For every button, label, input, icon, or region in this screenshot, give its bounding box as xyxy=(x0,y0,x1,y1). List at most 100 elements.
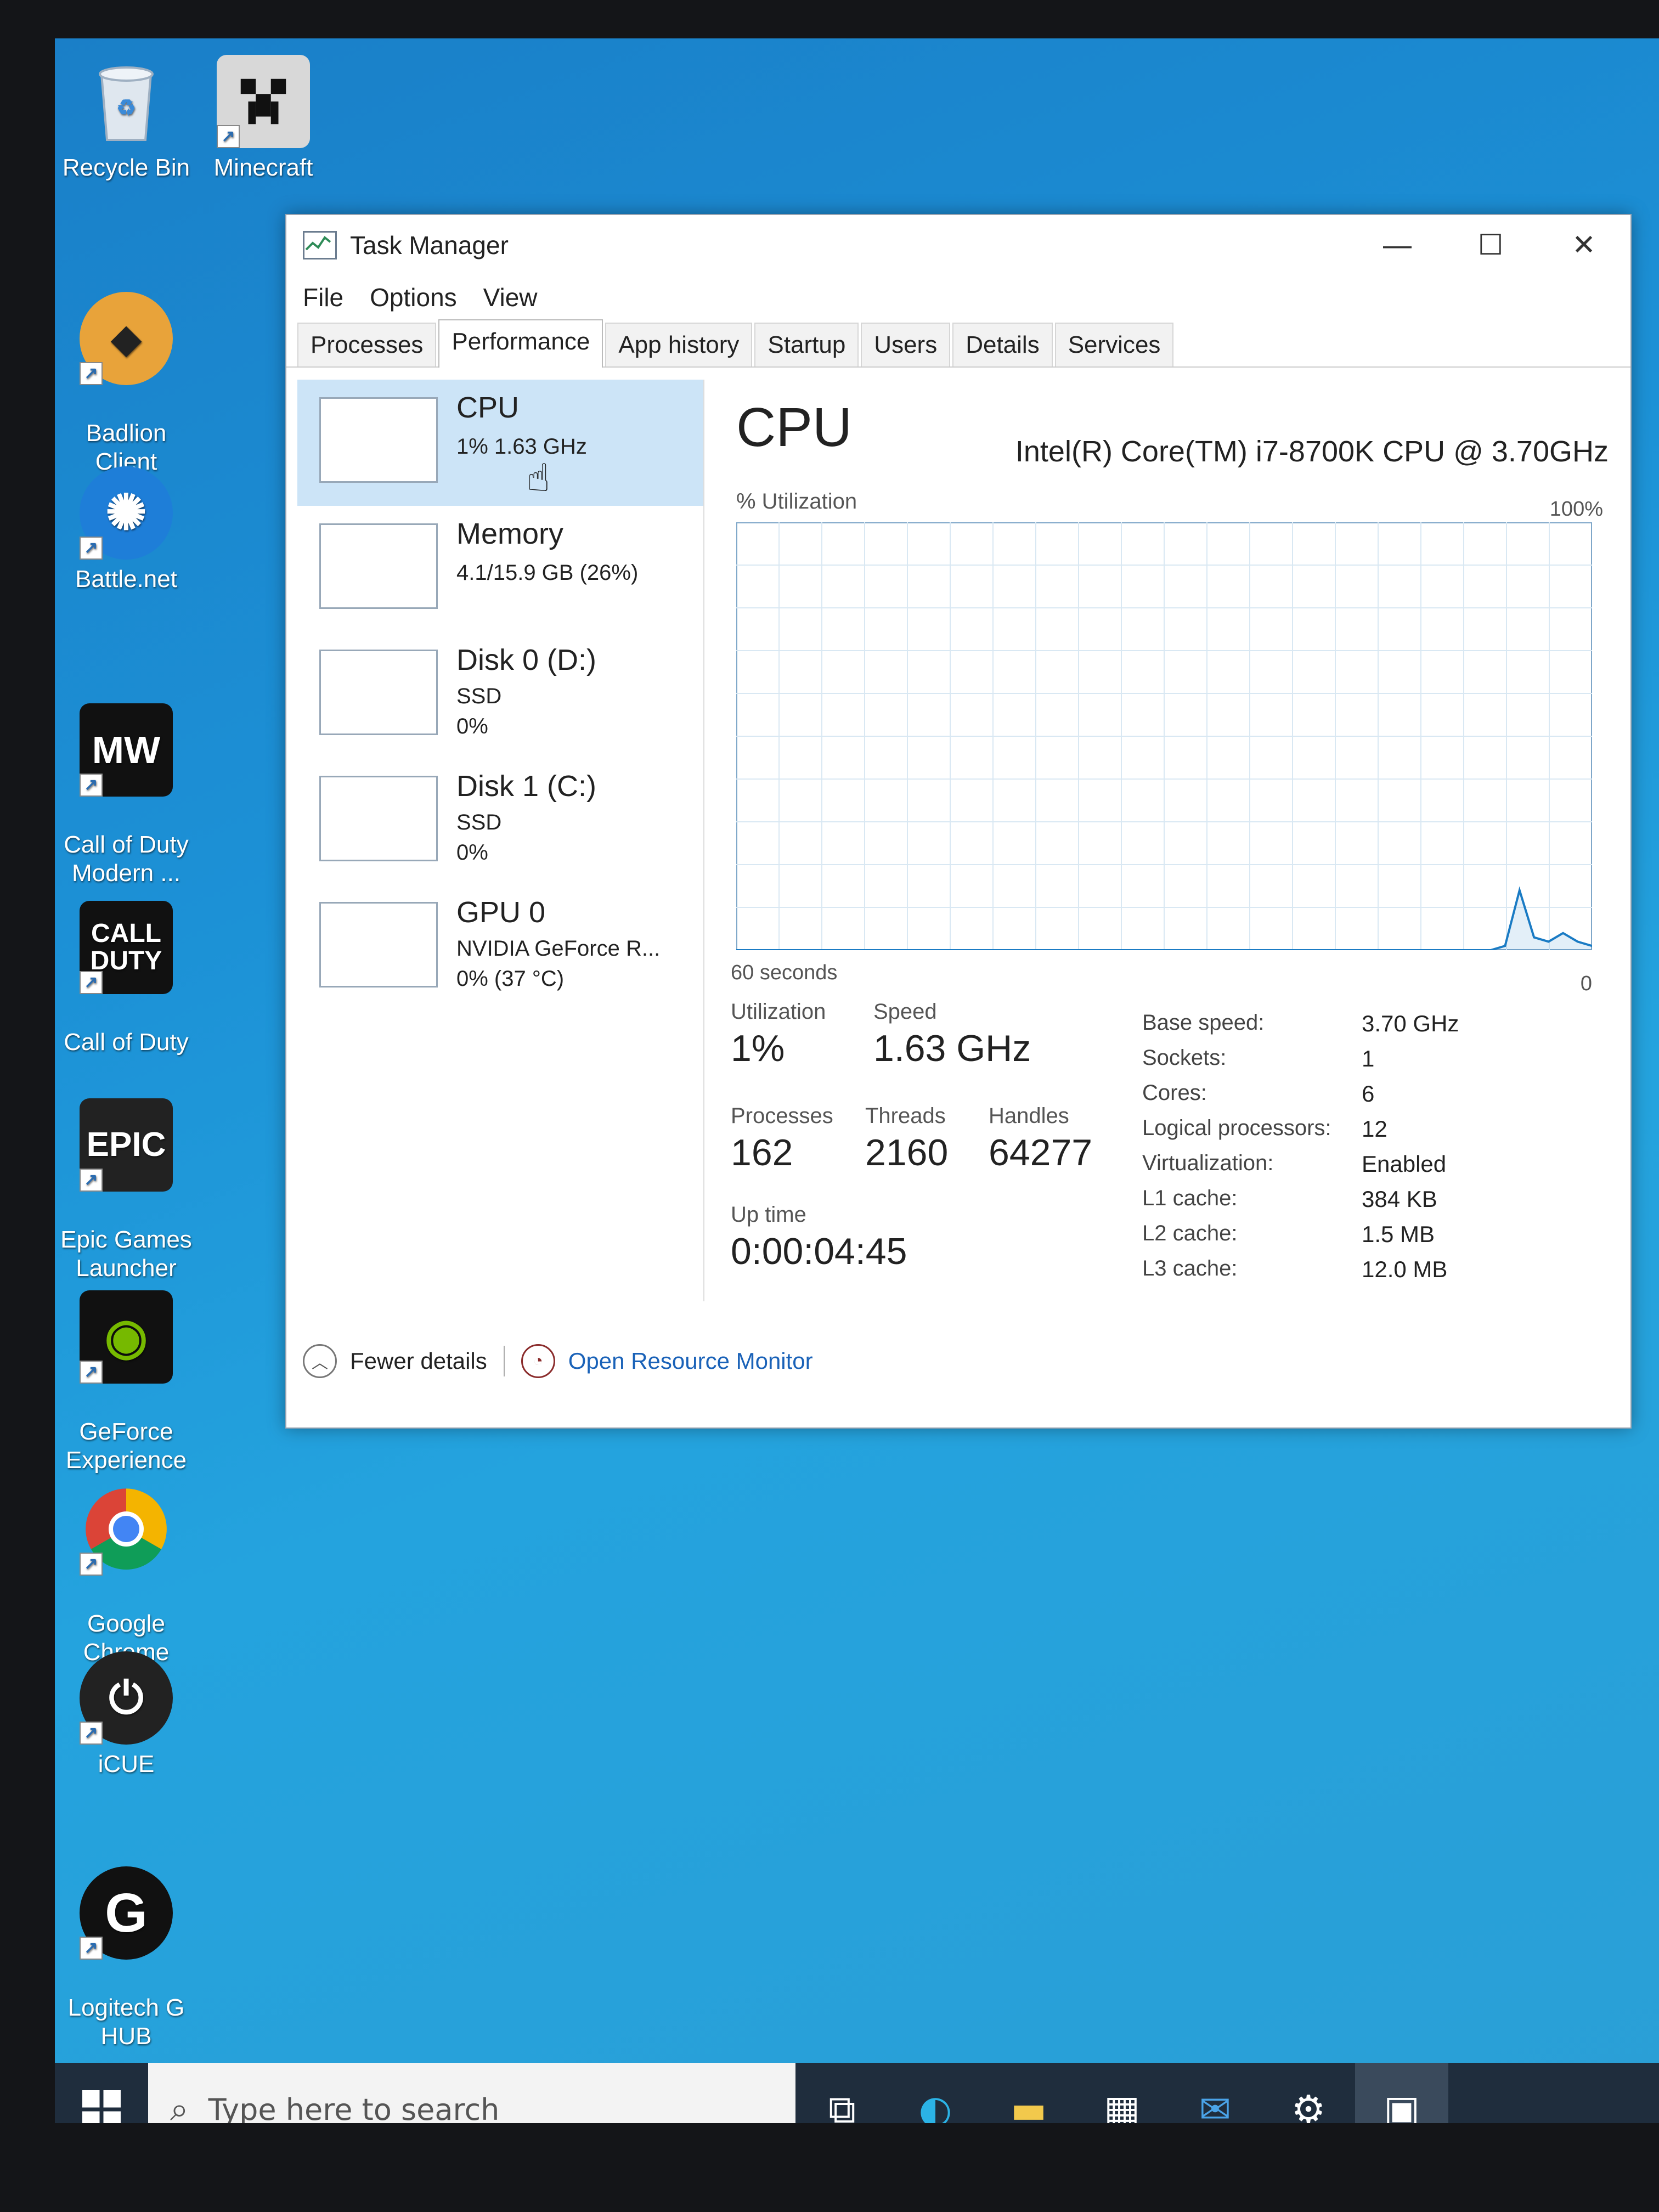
resource-cpu[interactable]: CPU 1% 1.63 GHz xyxy=(297,380,703,506)
resource-thumbnail xyxy=(319,650,438,735)
start-button[interactable] xyxy=(55,2063,148,2123)
resource-gpu-0[interactable]: GPU 0 NVIDIA GeForce R... 0% (37 °C) xyxy=(297,884,703,1011)
uptime-value: 0:00:04:45 xyxy=(731,1231,907,1272)
shortcut-arrow-icon: ↗ xyxy=(80,1361,103,1384)
shortcut-arrow-icon: ↗ xyxy=(80,362,103,385)
resource-detail: SSD xyxy=(456,810,502,834)
menu-view[interactable]: View xyxy=(483,283,538,312)
desktop-icon-recycle-bin[interactable]: ♻ Recycle Bin xyxy=(58,55,195,182)
graph-time-label: 60 seconds xyxy=(731,961,838,984)
epic-icon: EPIC ↗ xyxy=(80,1098,173,1192)
task-view-icon: ⧉ xyxy=(828,2086,856,2124)
resource-disk-0[interactable]: Disk 0 (D:) SSD 0% xyxy=(297,632,703,758)
minimize-icon: — xyxy=(1383,229,1412,261)
resource-detail: NVIDIA GeForce R... xyxy=(456,936,661,961)
resource-thumbnail xyxy=(319,523,438,609)
resource-name: CPU xyxy=(456,391,520,424)
spec-value: 1 xyxy=(1362,1046,1375,1071)
icue-icon: ⏻ ↗ xyxy=(80,1651,173,1745)
spec-value: Enabled xyxy=(1362,1151,1447,1177)
menu-options[interactable]: Options xyxy=(370,283,457,312)
task-view-button[interactable]: ⧉ xyxy=(795,2063,889,2124)
monitor-bezel: ♻ Recycle Bin ↗ Minecraft ◆ ↗ Badlion Cl… xyxy=(0,0,1659,2212)
folder-icon: ▬ xyxy=(1010,2087,1047,2123)
title-bar[interactable]: Task Manager — ☐ ✕ xyxy=(286,215,1630,275)
chevron-up-icon[interactable]: ︿ xyxy=(303,1344,337,1378)
maximize-button[interactable]: ☐ xyxy=(1444,215,1537,275)
hand-cursor-icon: ☝ xyxy=(527,455,550,500)
shortcut-arrow-icon: ↗ xyxy=(217,125,240,148)
cpu-detail-panel: CPU Intel(R) Core(TM) i7-8700K CPU @ 3.7… xyxy=(725,380,1614,1301)
utilization-value: 1% xyxy=(731,1028,785,1069)
recycle-bin-icon: ♻ xyxy=(80,55,173,148)
shortcut-arrow-icon: ↗ xyxy=(80,1937,103,1960)
shortcut-arrow-icon: ↗ xyxy=(80,774,103,797)
desktop: ♻ Recycle Bin ↗ Minecraft ◆ ↗ Badlion Cl… xyxy=(55,38,1659,2123)
svg-text:♻: ♻ xyxy=(116,96,136,120)
spec-label: Base speed: xyxy=(1142,1011,1265,1035)
resource-usage: 0% (37 °C) xyxy=(456,967,565,991)
spec-label: Sockets: xyxy=(1142,1046,1227,1070)
open-resource-monitor-link[interactable]: Open Resource Monitor xyxy=(568,1348,813,1374)
mw-glyph-text: MW xyxy=(92,729,161,771)
desktop-icon-label: Recycle Bin xyxy=(62,154,190,181)
settings-button[interactable]: ⚙ xyxy=(1262,2063,1355,2123)
edge-icon: ◐ xyxy=(918,2087,952,2123)
taskbar: ⌕ Type here to search ⧉ ◐ ▬ ▦ ✉ ⚙ ▣ xyxy=(55,2063,1659,2123)
tab-details[interactable]: Details xyxy=(952,323,1053,366)
minimize-button[interactable]: — xyxy=(1351,215,1444,275)
resource-thumbnail xyxy=(319,902,438,988)
speed-value: 1.63 GHz xyxy=(873,1028,1031,1069)
tab-performance[interactable]: Performance xyxy=(438,319,603,368)
desktop-icon-cod[interactable]: CALL DUTY ↗ Call of Duty xyxy=(58,872,195,1085)
close-button[interactable]: ✕ xyxy=(1537,215,1630,275)
menu-file[interactable]: File xyxy=(303,283,343,312)
resource-disk-1[interactable]: Disk 1 (C:) SSD 0% xyxy=(297,758,703,884)
spec-value: 1.5 MB xyxy=(1362,1221,1435,1247)
tab-app-history[interactable]: App history xyxy=(605,323,753,366)
edge-button[interactable]: ◐ xyxy=(889,2063,982,2123)
taskbar-search-box[interactable]: ⌕ Type here to search xyxy=(148,2063,795,2123)
task-manager-icon: ▣ xyxy=(1383,2087,1420,2123)
task-manager-icon xyxy=(303,231,337,259)
store-icon: ▦ xyxy=(1103,2087,1141,2123)
close-icon: ✕ xyxy=(1572,229,1596,261)
chrome-icon: ↗ xyxy=(80,1482,173,1576)
desktop-icon-logitech[interactable]: G ↗ Logitech G HUB xyxy=(58,1838,195,2079)
task-manager-taskbar-button[interactable]: ▣ xyxy=(1355,2063,1448,2123)
spec-value: 12 xyxy=(1362,1116,1387,1142)
epic-glyph-text: EPIC xyxy=(86,1126,166,1164)
tab-users[interactable]: Users xyxy=(861,323,951,366)
spec-label: L1 cache: xyxy=(1142,1186,1238,1210)
nvidia-icon: ◉ ↗ xyxy=(80,1290,173,1384)
resource-usage: 0% xyxy=(456,714,488,738)
desktop-icon-battlenet[interactable]: ✺ ↗ Battle.net xyxy=(58,466,195,594)
cpu-model: Intel(R) Core(TM) i7-8700K CPU @ 3.70GHz xyxy=(1015,435,1609,468)
footer-bar: ︿ Fewer details ◔ Open Resource Monitor xyxy=(303,1344,813,1378)
spec-label: L2 cache: xyxy=(1142,1221,1238,1245)
fewer-details-link[interactable]: Fewer details xyxy=(350,1348,487,1374)
tab-startup[interactable]: Startup xyxy=(754,323,859,366)
tab-services[interactable]: Services xyxy=(1054,323,1174,366)
mail-button[interactable]: ✉ xyxy=(1169,2063,1262,2123)
utilization-axis-label: % Utilization xyxy=(736,489,857,514)
shortcut-arrow-icon: ↗ xyxy=(80,1169,103,1192)
processes-value: 162 xyxy=(731,1132,793,1173)
spec-value: 384 KB xyxy=(1362,1186,1437,1212)
file-explorer-button[interactable]: ▬ xyxy=(982,2063,1075,2123)
resource-list: CPU 1% 1.63 GHz Memory 4.1/15.9 GB (26%)… xyxy=(297,380,704,1301)
processes-label: Processes xyxy=(731,1104,833,1128)
window-title: Task Manager xyxy=(350,231,509,259)
cod-icon: CALL DUTY ↗ xyxy=(80,901,173,994)
tab-processes[interactable]: Processes xyxy=(297,323,437,366)
resource-monitor-icon[interactable]: ◔ xyxy=(521,1344,555,1378)
store-button[interactable]: ▦ xyxy=(1075,2063,1169,2123)
desktop-icon-icue[interactable]: ⏻ ↗ iCUE xyxy=(58,1651,195,1779)
threads-value: 2160 xyxy=(865,1132,949,1173)
mail-icon: ✉ xyxy=(1199,2087,1232,2123)
cpu-utilization-graph xyxy=(736,522,1592,950)
graph-max-label: 100% xyxy=(1549,498,1603,521)
spec-value: 6 xyxy=(1362,1081,1375,1107)
resource-memory[interactable]: Memory 4.1/15.9 GB (26%) xyxy=(297,506,703,632)
desktop-icon-minecraft[interactable]: ↗ Minecraft xyxy=(195,55,332,182)
